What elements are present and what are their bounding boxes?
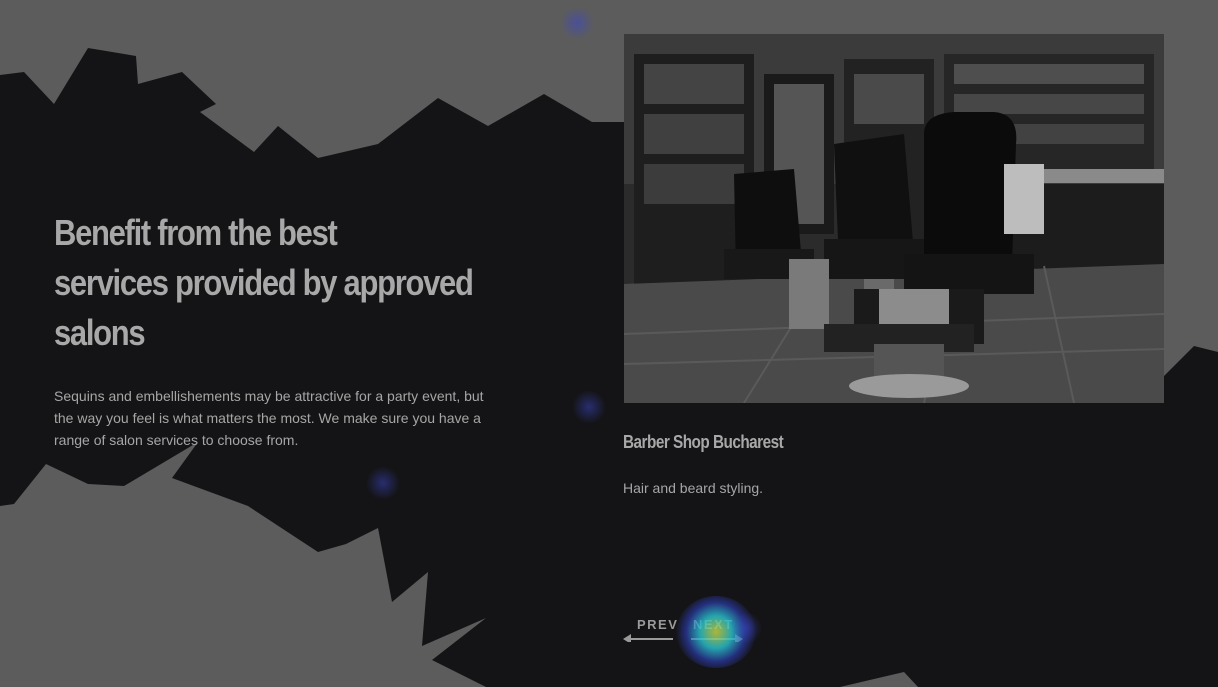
hero-heading: Benefit from the best services provided …: [54, 208, 501, 358]
card-title: Barber Shop Bucharest: [623, 432, 784, 452]
next-label: NEXT: [693, 617, 734, 632]
hero-intro: Sequins and embellishements may be attra…: [54, 388, 484, 448]
hero-heading-line: Benefit from the best: [54, 212, 338, 253]
arrow-left-icon: [623, 634, 673, 642]
prev-button[interactable]: PREV: [623, 616, 679, 648]
hero-heading-line: services provided by approved: [54, 262, 474, 303]
hero-text: Benefit from the best services provided …: [54, 208, 494, 451]
arrow-right-icon: [691, 634, 743, 642]
hero-heading-line: salons: [54, 312, 146, 353]
barber-shop-image: [624, 34, 1164, 403]
next-button[interactable]: NEXT: [691, 616, 743, 648]
card-description: Hair and beard styling.: [623, 480, 764, 496]
prev-label: PREV: [637, 617, 679, 632]
